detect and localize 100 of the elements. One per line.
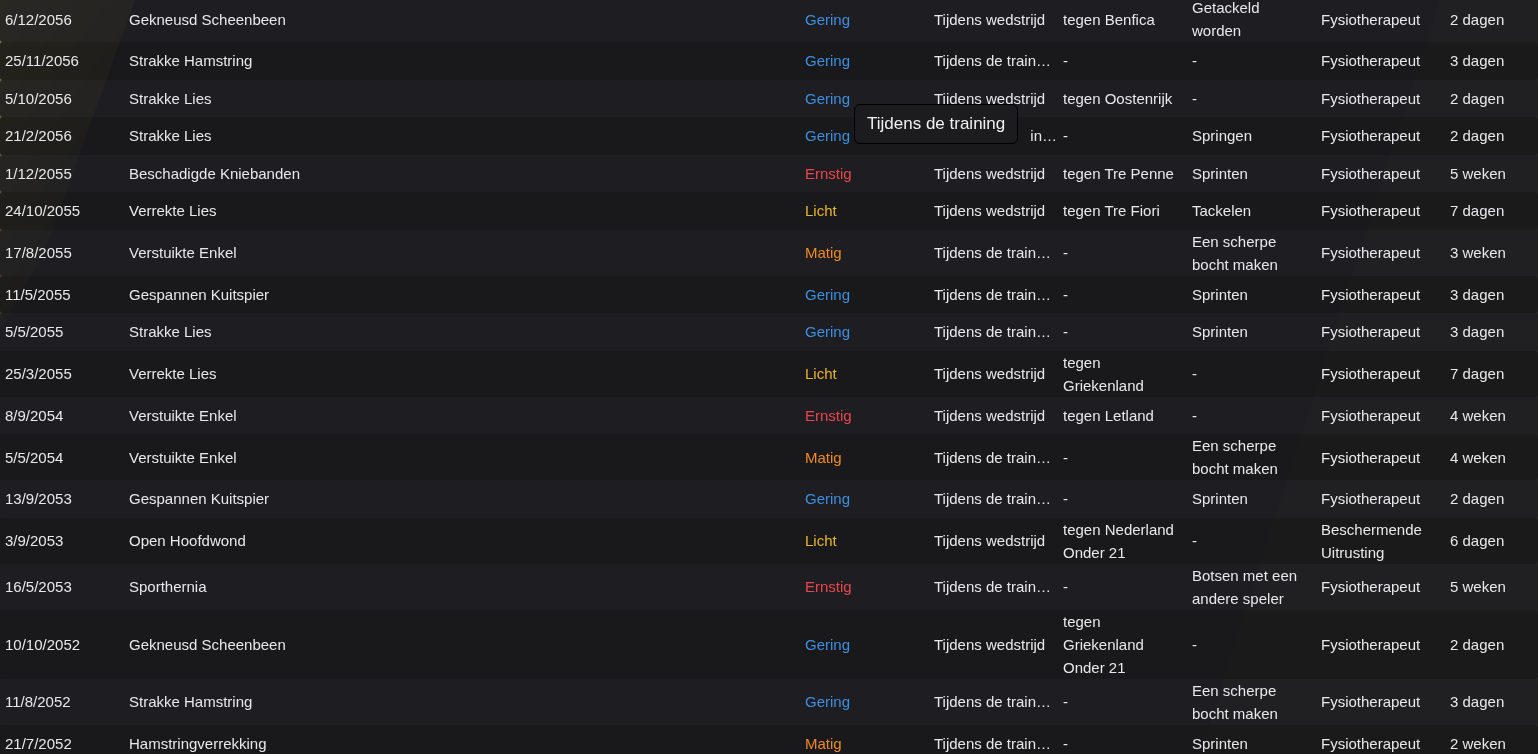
injury-cell: Verstuikte Enkel — [129, 448, 237, 466]
injury-cell: Verstuikte Enkel — [129, 406, 237, 424]
treatment-cell: Fysiotherapeut — [1321, 734, 1421, 752]
severity-cell: Ernstig — [805, 406, 852, 424]
injury-cell: Strakke Lies — [129, 127, 212, 145]
opponent-cell: tegen Tre Fiori — [1063, 202, 1160, 220]
cause-cell: - — [1192, 406, 1197, 424]
date-cell: 25/11/2056 — [5, 52, 79, 70]
duration-cell: 3 dagen — [1450, 693, 1505, 710]
table-row[interactable]: 10/10/2052 Gekneusd Scheenbeen Gering Tijdens wedstrijd tegen Griekenland Onder 21 - Fysiotherapeut 2 dagen — [0, 609, 1538, 679]
severity-cell: Matig — [805, 244, 842, 261]
table-row[interactable]: 11/5/2055 Gespannen Kuitspier Gering Tijdens de train… - Sprinten Fysiotherapeut 3 dagen — [0, 275, 1538, 313]
context-cell: Tijdens de train… — [934, 734, 1051, 752]
opponent-cell: - — [1063, 490, 1068, 508]
cause-cell: Sprinten — [1192, 490, 1248, 508]
opponent-cell: - — [1063, 127, 1068, 145]
duration-cell: 6 dagen — [1450, 532, 1505, 549]
severity-cell: Licht — [805, 532, 837, 549]
table-row[interactable]: 25/11/2056 Strakke Hamstring Gering Tijdens de train… - - Fysiotherapeut 3 dagen — [0, 42, 1538, 80]
table-row[interactable]: 8/9/2054 Verstuikte Enkel Ernstig Tijdens wedstrijd tegen Letland - Fysiotherapeut 4 weken — [0, 396, 1538, 434]
table-row[interactable]: 24/10/2055 Verrekte Lies Licht Tijdens wedstrijd tegen Tre Fiori Tackelen Fysiotherapeut 7 dagen — [0, 192, 1538, 230]
table-row[interactable]: 5/5/2055 Strakke Lies Gering Tijdens de train… - Sprinten Fysiotherapeut 3 dagen — [0, 313, 1538, 351]
date-cell: 21/2/2056 — [5, 127, 72, 145]
opponent-cell: tegen Nederland Onder 21 — [1063, 520, 1174, 561]
injury-cell: Strakke Lies — [129, 323, 212, 341]
context-cell: Tijdens wedstrijd — [934, 10, 1046, 28]
table-row[interactable]: 11/8/2052 Strakke Hamstring Gering Tijdens de train… - Een scherpe bocht maken Fysiotherapeut 3 dagen — [0, 678, 1538, 725]
date-cell: 5/10/2056 — [5, 89, 72, 107]
severity-cell: Gering — [805, 323, 851, 341]
context-cell: Tijdens de train… — [934, 578, 1051, 595]
context-cell: Tijdens wedstrijd — [934, 532, 1046, 549]
table-row[interactable]: 3/9/2053 Open Hoofdwond Licht Tijdens wedstrijd tegen Nederland Onder 21 - Beschermende Uitrusting 6 dagen — [0, 517, 1538, 564]
context-cell: Tijdens wedstrijd — [934, 164, 1046, 182]
injury-cell: Open Hoofdwond — [129, 532, 246, 549]
duration-cell: 3 weken — [1450, 244, 1506, 261]
date-cell: 21/7/2052 — [5, 734, 72, 752]
cause-cell: Sprinten — [1192, 164, 1248, 182]
injury-cell: Hamstringverrekking — [129, 734, 267, 752]
injury-cell: Verrekte Lies — [129, 202, 217, 220]
cause-cell: Een scherpe bocht maken — [1192, 681, 1278, 722]
context-cell: Tijdens wedstrijd — [934, 406, 1046, 424]
cause-cell: - — [1192, 532, 1197, 549]
treatment-cell: Fysiotherapeut — [1321, 406, 1421, 424]
treatment-cell: Fysiotherapeut — [1321, 323, 1421, 341]
table-row[interactable]: 6/12/2056 Gekneusd Scheenbeen Gering Tijdens wedstrijd tegen Benfica Getackeld worden Fysiotherapeut 2 dagen — [0, 0, 1538, 42]
date-cell: 24/10/2055 — [5, 202, 81, 220]
cause-cell: Springen — [1192, 127, 1253, 145]
date-cell: 3/9/2053 — [5, 532, 64, 549]
cause-cell: Sprinten — [1192, 285, 1248, 303]
severity-cell: Licht — [805, 365, 837, 382]
cause-cell: Botsen met een andere speler — [1192, 566, 1298, 607]
severity-cell: Gering — [805, 635, 851, 653]
treatment-cell: Fysiotherapeut — [1321, 693, 1421, 710]
severity-cell: Gering — [805, 693, 851, 710]
date-cell: 8/9/2054 — [5, 406, 64, 424]
context-cell: Tijdens wedstrijd — [934, 89, 1046, 107]
context-cell: Tijdens de train… — [934, 693, 1051, 710]
treatment-cell: Beschermende Uitrusting — [1321, 520, 1422, 561]
severity-cell: Ernstig — [805, 578, 852, 595]
tooltip: Tijdens de training — [854, 104, 1019, 144]
treatment-cell: Fysiotherapeut — [1321, 244, 1421, 261]
duration-cell: 7 dagen — [1450, 202, 1505, 220]
severity-cell: Gering — [805, 285, 851, 303]
injury-cell: Gekneusd Scheenbeen — [129, 10, 286, 28]
treatment-cell: Fysiotherapeut — [1321, 164, 1421, 182]
duration-cell: 4 weken — [1450, 448, 1506, 466]
severity-cell: Matig — [805, 448, 842, 466]
duration-cell: 5 weken — [1450, 578, 1506, 595]
table-row[interactable]: 1/12/2055 Beschadigde Kniebanden Ernstig Tijdens wedstrijd tegen Tre Penne Sprinten Fysiotherapeut 5 weken — [0, 154, 1538, 192]
context-cell: Tijdens wedstrijd — [934, 635, 1046, 653]
table-row[interactable]: 25/3/2055 Verrekte Lies Licht Tijdens wedstrijd tegen Griekenland - Fysiotherapeut 7 dagen — [0, 350, 1538, 397]
table-row[interactable]: 13/9/2053 Gespannen Kuitspier Gering Tijdens de train… - Sprinten Fysiotherapeut 2 dagen — [0, 480, 1538, 518]
cause-cell: - — [1192, 365, 1197, 382]
injury-cell: Strakke Hamstring — [129, 693, 253, 710]
cause-cell: Sprinten — [1192, 323, 1248, 341]
cause-cell: Sprinten — [1192, 734, 1248, 752]
table-row[interactable]: 5/10/2056 Strakke Lies Gering Tijdens wedstrijd tegen Oostenrijk - Fysiotherapeut 2 dagen — [0, 79, 1538, 117]
table-row[interactable]: 21/7/2052 Hamstringverrekking Matig Tijdens de train… - Sprinten Fysiotherapeut 2 weken — [0, 724, 1538, 754]
opponent-cell: tegen Letland — [1063, 406, 1154, 424]
treatment-cell: Fysiotherapeut — [1321, 89, 1421, 107]
opponent-cell: - — [1063, 693, 1068, 710]
severity-cell: Gering — [805, 127, 851, 145]
context-cell: Tijdens de train… — [934, 244, 1051, 261]
opponent-cell: - — [1063, 448, 1068, 466]
injury-cell: Beschadigde Kniebanden — [129, 164, 300, 182]
date-cell: 5/5/2054 — [5, 448, 64, 466]
date-cell: 17/8/2055 — [5, 244, 72, 261]
date-cell: 11/5/2055 — [5, 285, 71, 303]
context-cell: Tijdens wedstrijd — [934, 365, 1046, 382]
duration-cell: 2 dagen — [1450, 10, 1505, 28]
table-row[interactable]: 5/5/2054 Verstuikte Enkel Matig Tijdens de train… - Een scherpe bocht maken Fysiotherapeut 4 weken — [0, 434, 1538, 480]
injury-cell: Strakke Hamstring — [129, 52, 253, 70]
opponent-cell: - — [1063, 52, 1068, 70]
table-row[interactable]: 16/5/2053 Sporthernia Ernstig Tijdens de train… - Botsen met een andere speler Fysiotherapeut 5 weken — [0, 563, 1538, 610]
duration-cell: 3 dagen — [1450, 52, 1505, 70]
table-row[interactable]: 17/8/2055 Verstuikte Enkel Matig Tijdens de train… - Een scherpe bocht maken Fysiotherapeut 3 weken — [0, 229, 1538, 276]
cause-cell: Een scherpe bocht maken — [1192, 232, 1278, 273]
cause-cell: - — [1192, 52, 1197, 70]
treatment-cell: Fysiotherapeut — [1321, 127, 1421, 145]
context-cell: Tijdens de train… — [934, 323, 1051, 341]
